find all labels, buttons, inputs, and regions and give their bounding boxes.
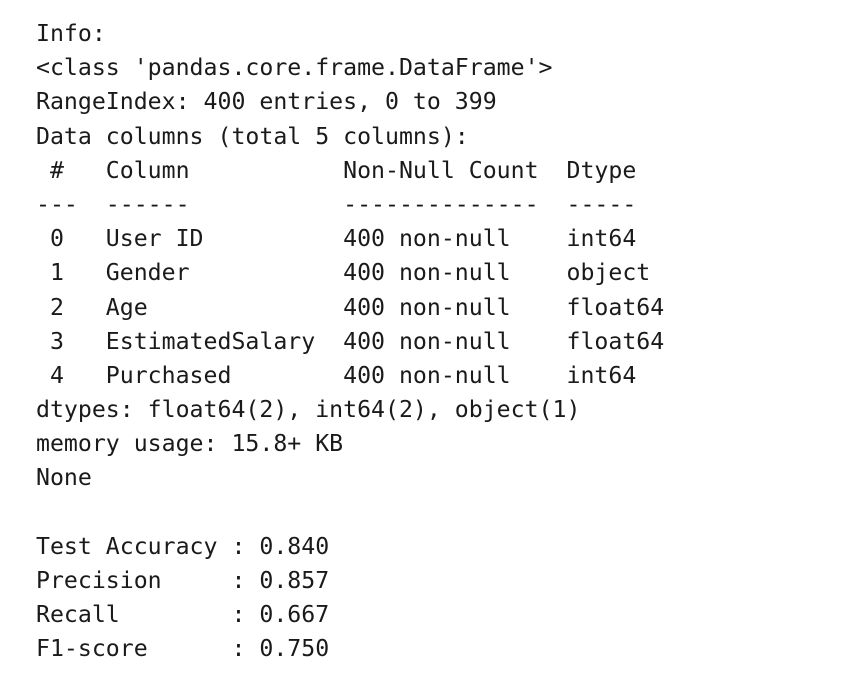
table-row: 0 User ID 400 non-null int64 <box>36 225 665 253</box>
data-columns-line: Data columns (total 5 columns): <box>36 122 469 150</box>
table-row: 1 Gender 400 non-null object <box>36 259 665 287</box>
info-header: Info: <box>36 20 106 47</box>
metric-line: Recall : 0.667 <box>36 601 330 629</box>
table-divider: --- ------ -------------- ----- <box>36 190 665 218</box>
table-row: 2 Age 400 non-null float64 <box>36 293 665 321</box>
console-output: Info: <class 'pandas.core.frame.DataFram… <box>36 17 664 667</box>
table-header: # Column Non-Null Count Dtype <box>36 156 665 184</box>
dtypes-line: dtypes: float64(2), int64(2), object(1) <box>36 396 581 424</box>
class-line: <class 'pandas.core.frame.DataFrame'> <box>36 54 553 82</box>
table-row: 4 Purchased 400 non-null int64 <box>36 361 665 389</box>
memory-usage-line: memory usage: 15.8+ KB <box>36 430 344 458</box>
metric-line: Precision : 0.857 <box>36 567 330 594</box>
table-row: 3 EstimatedSalary 400 non-null float64 <box>36 327 665 355</box>
none-line: None <box>36 464 92 492</box>
metric-line: F1-score : 0.750 <box>36 635 330 663</box>
metric-line: Test Accuracy : 0.840 <box>36 532 330 560</box>
range-index-line: RangeIndex: 400 entries, 0 to 399 <box>36 88 497 116</box>
